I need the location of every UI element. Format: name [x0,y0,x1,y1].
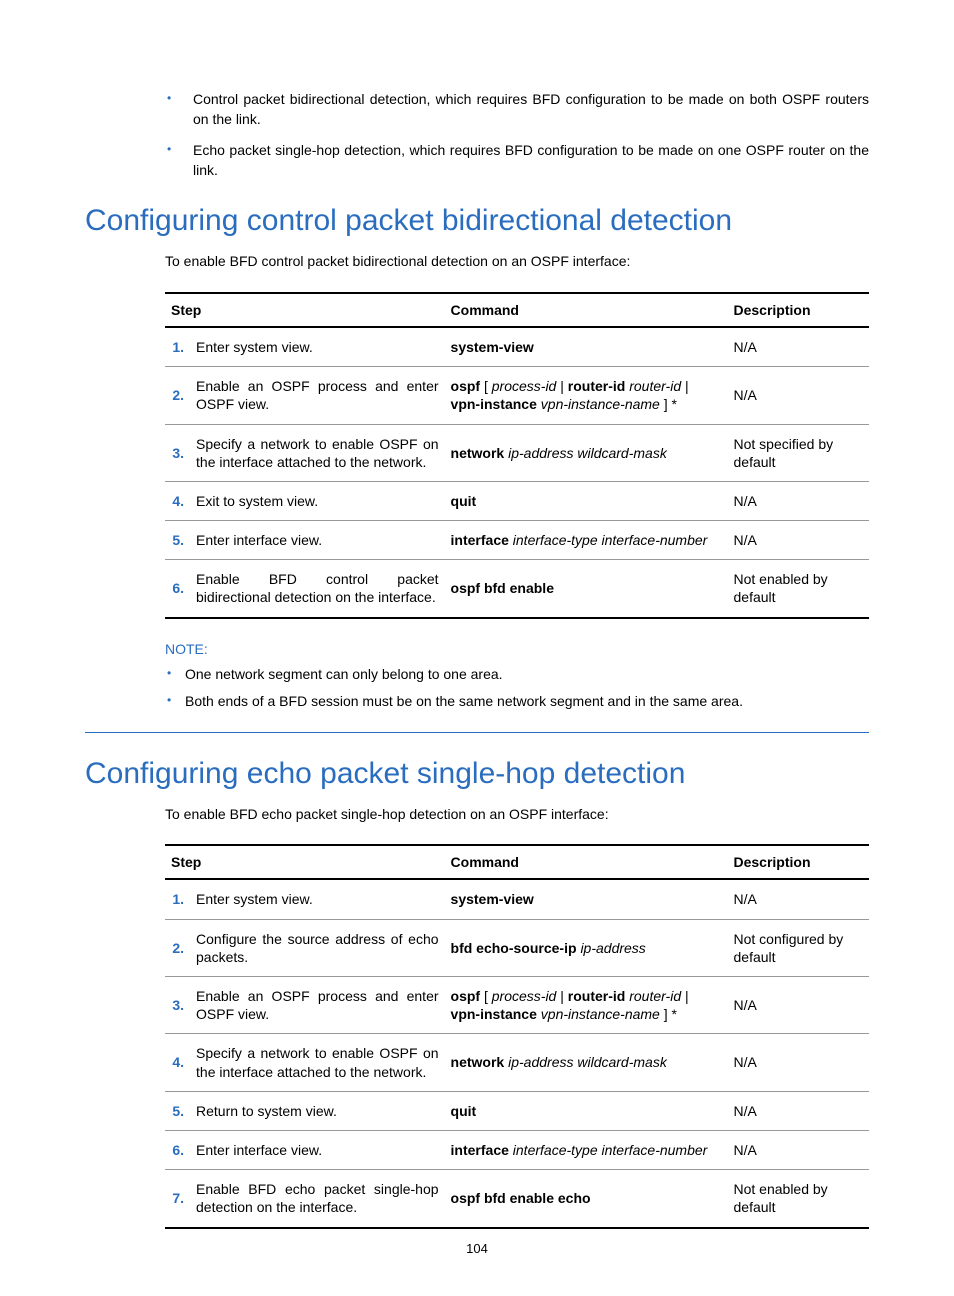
step-description: Return to system view. [190,1091,445,1130]
table-row: 4.Specify a network to enable OSPF on th… [165,1034,869,1091]
step-number: 3. [165,424,190,481]
step-description: Enable BFD echo packet single-hop detect… [190,1170,445,1228]
table-row: 6.Enter interface view.interface interfa… [165,1130,869,1169]
note-item: One network segment can only belong to o… [165,665,869,685]
step-result: N/A [728,367,870,424]
note-label: NOTE: [85,641,869,657]
step-description: Enter system view. [190,327,445,367]
step-command: quit [445,1091,728,1130]
section1-subtext: To enable BFD control packet bidirection… [85,252,869,272]
note-list: One network segment can only belong to o… [85,665,869,733]
table-row: 2.Enable an OSPF process and enter OSPF … [165,367,869,424]
section2-table: Step Command Description 1.Enter system … [165,844,869,1228]
table-row: 5.Return to system view.quitN/A [165,1091,869,1130]
step-result: N/A [728,1034,870,1091]
step-description: Configure the source address of echo pac… [190,919,445,976]
intro-bullet-list: Control packet bidirectional detection, … [85,90,869,180]
step-command: quit [445,481,728,520]
th-description: Description [728,293,870,327]
step-result: N/A [728,977,870,1034]
table-row: 3.Enable an OSPF process and enter OSPF … [165,977,869,1034]
section1-heading: Configuring control packet bidirectional… [85,204,869,238]
step-command: system-view [445,879,728,919]
section1-table: Step Command Description 1.Enter system … [165,292,869,619]
step-command: network ip-address wildcard-mask [445,424,728,481]
step-result: Not enabled by default [728,1170,870,1228]
intro-bullet: Control packet bidirectional detection, … [165,90,869,129]
step-number: 3. [165,977,190,1034]
th-step: Step [165,845,445,879]
step-description: Specify a network to enable OSPF on the … [190,424,445,481]
step-number: 2. [165,919,190,976]
step-result: N/A [728,521,870,560]
step-result: N/A [728,879,870,919]
table-row: 4.Exit to system view.quitN/A [165,481,869,520]
step-result: N/A [728,1091,870,1130]
step-command: network ip-address wildcard-mask [445,1034,728,1091]
table-row: 2.Configure the source address of echo p… [165,919,869,976]
section2-subtext: To enable BFD echo packet single-hop det… [85,805,869,825]
section1-tbody: 1.Enter system view.system-viewN/A2.Enab… [165,327,869,618]
step-number: 7. [165,1170,190,1228]
step-description: Enter interface view. [190,1130,445,1169]
step-description: Specify a network to enable OSPF on the … [190,1034,445,1091]
step-result: N/A [728,1130,870,1169]
th-command: Command [445,293,728,327]
step-number: 6. [165,560,190,618]
step-description: Exit to system view. [190,481,445,520]
step-command: interface interface-type interface-numbe… [445,521,728,560]
note-item: Both ends of a BFD session must be on th… [165,692,869,712]
step-result: Not configured by default [728,919,870,976]
step-description: Enter interface view. [190,521,445,560]
step-number: 1. [165,327,190,367]
step-command: ospf [ process-id | router-id router-id … [445,367,728,424]
th-description: Description [728,845,870,879]
table-row: 3.Specify a network to enable OSPF on th… [165,424,869,481]
step-command: interface interface-type interface-numbe… [445,1130,728,1169]
step-command: ospf bfd enable [445,560,728,618]
step-result: Not specified by default [728,424,870,481]
step-description: Enter system view. [190,879,445,919]
section2-tbody: 1.Enter system view.system-viewN/A2.Conf… [165,879,869,1227]
step-command: ospf bfd enable echo [445,1170,728,1228]
step-description: Enable an OSPF process and enter OSPF vi… [190,367,445,424]
step-description: Enable BFD control packet bidirectional … [190,560,445,618]
step-number: 5. [165,521,190,560]
page-number: 104 [0,1241,954,1256]
th-command: Command [445,845,728,879]
step-command: ospf [ process-id | router-id router-id … [445,977,728,1034]
step-number: 1. [165,879,190,919]
table-row: 7.Enable BFD echo packet single-hop dete… [165,1170,869,1228]
step-number: 2. [165,367,190,424]
step-description: Enable an OSPF process and enter OSPF vi… [190,977,445,1034]
step-result: N/A [728,481,870,520]
step-result: Not enabled by default [728,560,870,618]
table-row: 6.Enable BFD control packet bidirectiona… [165,560,869,618]
table-row: 1.Enter system view.system-viewN/A [165,327,869,367]
intro-bullet: Echo packet single-hop detection, which … [165,141,869,180]
step-command: bfd echo-source-ip ip-address [445,919,728,976]
step-number: 5. [165,1091,190,1130]
step-number: 4. [165,1034,190,1091]
section2-heading: Configuring echo packet single-hop detec… [85,757,869,791]
table-row: 1.Enter system view.system-viewN/A [165,879,869,919]
th-step: Step [165,293,445,327]
step-number: 4. [165,481,190,520]
step-number: 6. [165,1130,190,1169]
table-row: 5.Enter interface view.interface interfa… [165,521,869,560]
step-command: system-view [445,327,728,367]
step-result: N/A [728,327,870,367]
